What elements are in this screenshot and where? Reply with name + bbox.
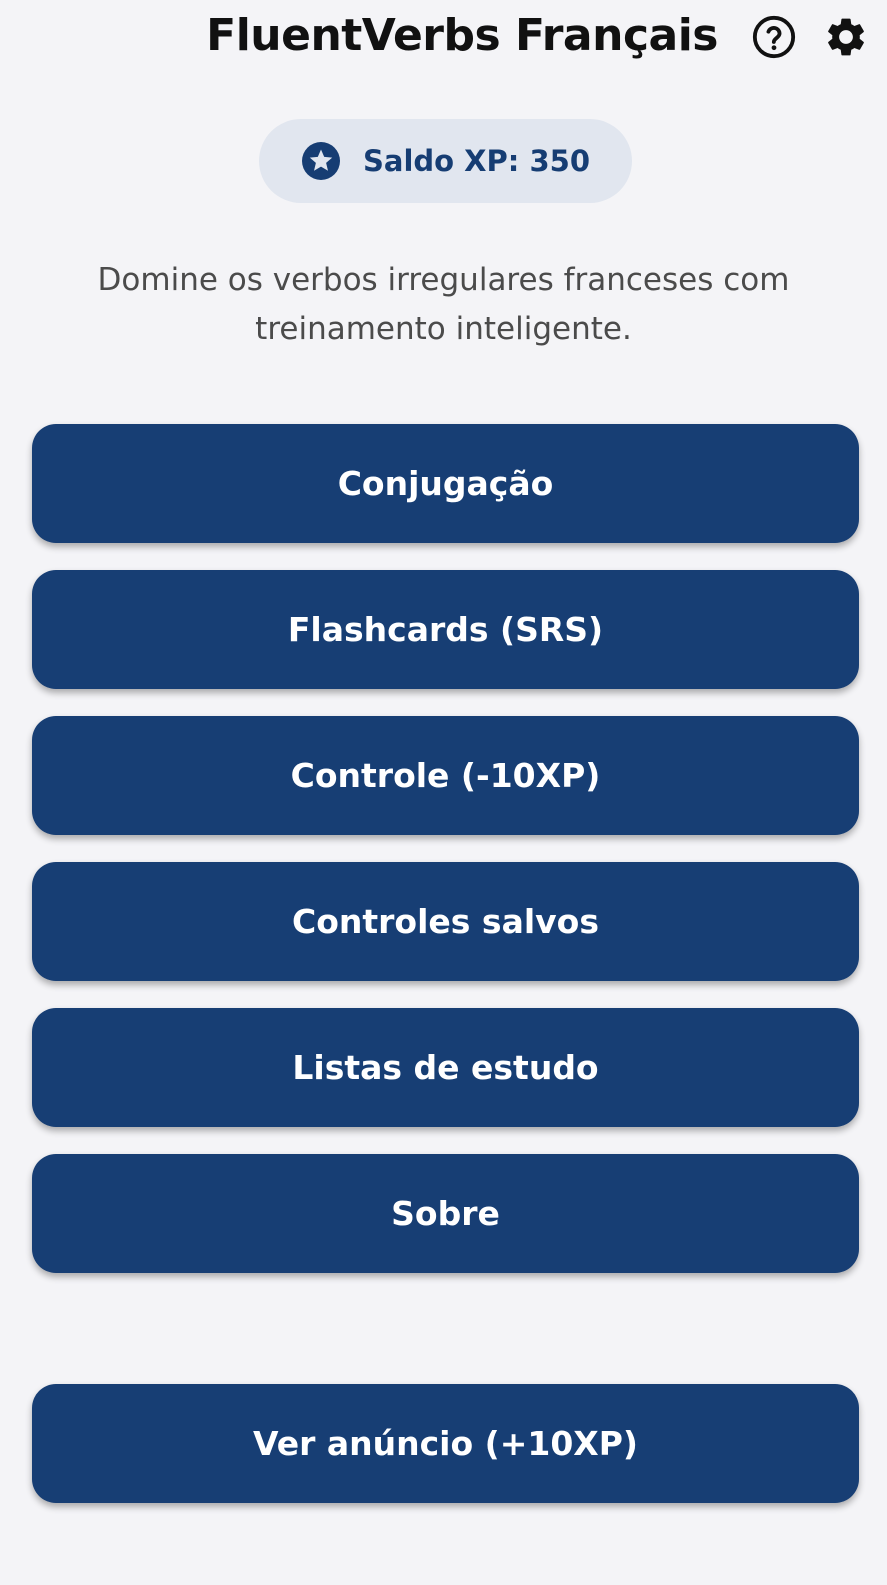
help-circle-icon bbox=[752, 15, 796, 59]
app-title: FluentVerbs Français bbox=[206, 10, 718, 61]
star-circle-icon bbox=[301, 142, 340, 180]
conjugation-button[interactable]: Conjugação bbox=[32, 424, 859, 543]
control-button[interactable]: Controle (-10XP) bbox=[32, 716, 859, 835]
help-button[interactable] bbox=[750, 13, 798, 61]
about-button[interactable]: Sobre bbox=[32, 1154, 859, 1273]
xp-balance-label: Saldo XP: 350 bbox=[362, 144, 590, 178]
app-subtitle: Domine os verbos irregulares franceses c… bbox=[97, 262, 790, 347]
study-lists-button[interactable]: Listas de estudo bbox=[32, 1008, 859, 1127]
gear-icon bbox=[828, 18, 864, 56]
settings-button[interactable] bbox=[822, 13, 870, 61]
watch-ad-button[interactable]: Ver anúncio (+10XP) bbox=[32, 1384, 859, 1503]
app-header: FluentVerbs Français bbox=[0, 0, 887, 76]
saved-controls-button[interactable]: Controles salvos bbox=[32, 862, 859, 981]
flashcards-button[interactable]: Flashcards (SRS) bbox=[32, 570, 859, 689]
xp-balance-badge: Saldo XP: 350 bbox=[259, 119, 632, 203]
